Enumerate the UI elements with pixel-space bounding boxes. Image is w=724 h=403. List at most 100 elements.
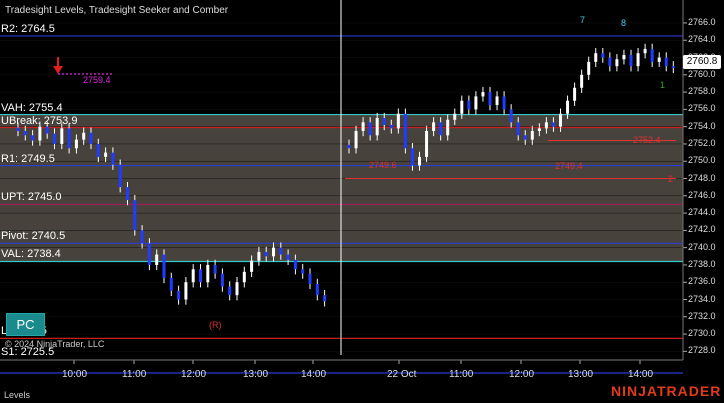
candle-body: [184, 282, 188, 300]
candle-body: [559, 113, 562, 127]
candle-body: [615, 59, 619, 67]
candle-body: [622, 54, 626, 60]
time-tick-label: 12:00: [509, 369, 535, 380]
candle-body: [608, 57, 612, 67]
panel-label: Levels: [4, 390, 31, 400]
chart-annotation: 2749.6: [369, 159, 397, 170]
price-tick-label: 2756.0: [688, 103, 716, 114]
price-tick-label: 2738.0: [688, 258, 716, 269]
candle-body: [23, 130, 27, 136]
price-tick-label: 2754.0: [688, 120, 716, 131]
candle-body: [82, 132, 86, 140]
candle-body: [425, 130, 429, 157]
price-tick-label: 2746.0: [688, 189, 716, 200]
ninjatrader-logo: NINJATRADER: [611, 383, 722, 399]
candle-body: [601, 53, 605, 58]
price-tick-label: 2742.0: [688, 224, 716, 235]
price-tick-label: 2744.0: [688, 207, 716, 218]
candle-body: [96, 143, 100, 157]
candle-body: [657, 57, 661, 62]
candle-body: [323, 295, 327, 302]
candle-body: [594, 53, 598, 62]
candle-body: [396, 113, 400, 129]
candle-body: [495, 96, 499, 106]
candle-body: [315, 283, 319, 296]
candle-body: [354, 130, 358, 149]
time-tick-label: 13:00: [568, 369, 594, 380]
candle-body: [301, 269, 305, 274]
candle-body: [629, 54, 633, 67]
candle-body: [162, 254, 166, 278]
price-tick-label: 2750.0: [688, 155, 716, 166]
candle-body: [347, 144, 351, 149]
candle-body: [31, 135, 35, 141]
candle-body: [573, 87, 577, 101]
candle-body: [89, 132, 93, 144]
candle-body: [126, 187, 129, 201]
chart-annotation: 2749.4: [555, 161, 583, 172]
price-tick-label: 2766.0: [688, 16, 716, 27]
current-price-tag: 2760.8: [683, 55, 721, 69]
candle-body: [53, 133, 56, 144]
candle-body: [67, 128, 71, 149]
chart-annotation: 1: [660, 80, 666, 91]
price-chart[interactable]: [0, 0, 724, 403]
chart-title: Tradesight Levels, Tradesight Seeker and…: [5, 5, 229, 16]
candle-body: [235, 282, 239, 296]
time-tick-label: 11:00: [122, 369, 147, 380]
candle-body: [286, 254, 290, 260]
candle-body: [523, 135, 527, 140]
candle-body: [191, 269, 195, 283]
time-tick-label: 13:00: [243, 369, 269, 380]
time-tick-label: 14:00: [628, 369, 654, 380]
candle-body: [147, 243, 151, 265]
candle-body: [671, 66, 675, 68]
candle-body: [177, 290, 181, 300]
candle-body: [389, 124, 393, 129]
price-tick-label: 2760.0: [688, 68, 716, 79]
candle-body: [650, 48, 654, 62]
time-tick-label: 14:00: [301, 369, 327, 380]
candle-body: [140, 230, 144, 244]
candle-body: [250, 260, 254, 272]
candle-body: [118, 164, 122, 188]
copyright-text: © 2024 NinjaTrader, LLC: [5, 339, 105, 349]
candle-body: [308, 273, 312, 284]
candle-body: [272, 247, 275, 257]
level-label-ubreak: UBreak: 2753.9: [1, 114, 78, 127]
candle-body: [375, 118, 379, 136]
candle-body: [636, 53, 640, 67]
candle-body: [587, 61, 591, 75]
candle-body: [453, 113, 457, 120]
candle-body: [16, 127, 20, 131]
candle-body: [206, 264, 210, 283]
candle-body: [382, 118, 386, 125]
price-tick-label: 2752.0: [688, 137, 716, 148]
pc-button[interactable]: PC: [6, 313, 45, 336]
level-label-upt: UPT: 2745.0: [1, 191, 62, 204]
level-label-r2: R2: 2764.5: [1, 22, 55, 35]
price-tick-label: 2740.0: [688, 241, 716, 252]
price-tick-label: 2732.0: [688, 310, 716, 321]
candle-body: [664, 57, 668, 67]
price-tick-label: 2748.0: [688, 172, 716, 183]
candle-body: [104, 152, 108, 157]
chart-annotation: 7: [580, 15, 586, 26]
candle-body: [509, 109, 513, 123]
time-tick-label: 22 Oct: [387, 369, 417, 380]
price-tick-label: 2758.0: [688, 86, 716, 97]
candle-body: [432, 122, 436, 131]
candle-body: [580, 74, 584, 88]
candle-body: [474, 96, 478, 110]
candle-body: [439, 122, 443, 136]
level-label-pivot: Pivot: 2740.5: [1, 230, 66, 243]
candle-body: [410, 148, 414, 166]
candle-body: [264, 251, 268, 257]
candle-body: [530, 130, 534, 140]
candle-body: [403, 113, 407, 149]
candle-body: [74, 139, 78, 149]
candle-body: [45, 126, 49, 134]
price-tick-label: 2728.0: [688, 345, 716, 356]
time-tick-label: 10:00: [62, 369, 88, 380]
time-tick-label: 11:00: [449, 369, 474, 380]
